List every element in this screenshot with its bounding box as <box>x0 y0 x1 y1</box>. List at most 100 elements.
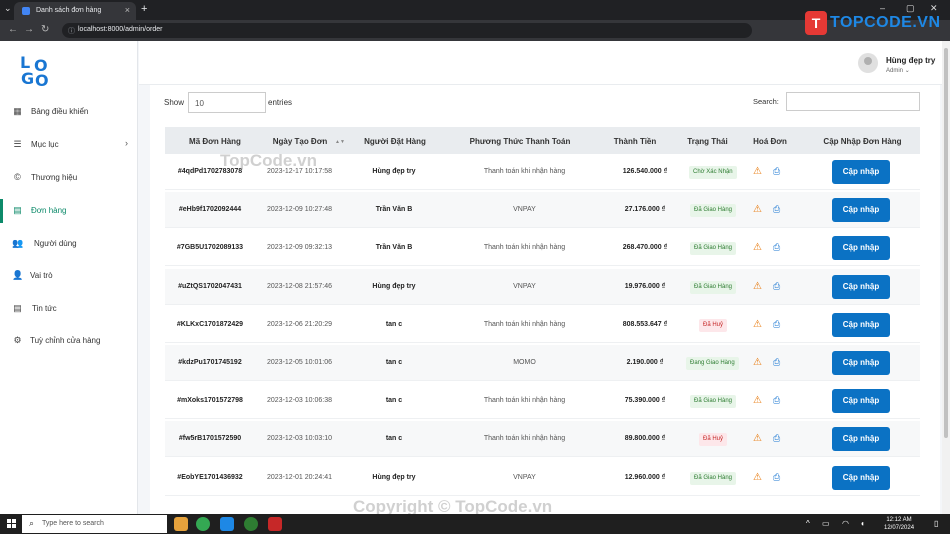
pdf-icon[interactable]: ⚠ <box>753 357 762 368</box>
table-row: #KLKxC1701872429 2023-12-06 21:20:29 tan… <box>165 306 920 343</box>
user-role[interactable]: Admin ⌄ <box>886 67 910 74</box>
dashboard-icon: ▦ <box>13 106 22 116</box>
print-icon[interactable]: ⎙ <box>773 166 780 177</box>
chrome-icon[interactable] <box>196 517 210 531</box>
print-icon[interactable]: ⎙ <box>773 242 780 253</box>
page-length-select[interactable]: 10 <box>188 92 266 113</box>
tab-close-icon[interactable]: × <box>125 5 130 15</box>
pdf-icon[interactable]: ⚠ <box>753 166 762 177</box>
url-field[interactable]: ⓘ localhost:8000/admin/order <box>62 23 752 38</box>
update-order-button[interactable]: Cập nhập <box>832 351 890 375</box>
app-icon[interactable] <box>244 517 258 531</box>
col-header-date[interactable]: Ngày Tạo Đơn <box>260 137 340 146</box>
file-explorer-icon[interactable] <box>174 517 188 531</box>
taskbar-clock[interactable]: 12:12 AM 12/07/2024 <box>884 516 914 532</box>
order-customer: Hùng đẹp try <box>372 282 416 290</box>
chevron-right-icon: › <box>125 138 128 148</box>
sidebar-item-categories[interactable]: ☰ Mục lục › <box>0 133 138 157</box>
pdf-icon[interactable]: ⚠ <box>753 472 762 483</box>
search-input[interactable] <box>786 92 920 111</box>
order-customer: Hùng đẹp try <box>372 473 416 481</box>
entries-label: entries <box>268 98 293 107</box>
browser-tab[interactable]: Danh sách đơn hàng × <box>14 2 136 20</box>
sidebar-item-users[interactable]: 👥 Người dùng <box>0 232 138 256</box>
avatar[interactable] <box>858 53 878 73</box>
logo[interactable]: L O G O <box>18 53 54 90</box>
col-header-update[interactable]: Cập Nhập Đơn Hàng <box>810 137 915 146</box>
page-scrollbar-thumb[interactable] <box>944 48 948 438</box>
wifi-icon[interactable]: ◠ <box>842 519 849 528</box>
sidebar-item-news[interactable]: ▤ Tin tức <box>0 297 138 321</box>
update-order-button[interactable]: Cập nhập <box>832 312 890 337</box>
tray-chevron-icon[interactable]: ^ <box>806 519 810 528</box>
order-date: 2023-12-03 10:03:10 <box>267 435 332 443</box>
update-order-button[interactable]: Cập nhập <box>832 465 890 490</box>
recorder-icon[interactable] <box>268 517 282 531</box>
print-icon[interactable]: ⎙ <box>773 395 780 406</box>
update-order-button[interactable]: Cập nhập <box>832 427 890 452</box>
sidebar-item-brands[interactable]: © Thương hiệu <box>0 166 138 190</box>
tab-search-icon[interactable]: ⌄ <box>4 3 12 14</box>
pdf-icon[interactable]: ⚠ <box>753 281 762 292</box>
update-order-button[interactable]: Cập nhập <box>832 236 890 261</box>
pdf-icon[interactable]: ⚠ <box>753 395 762 406</box>
print-icon[interactable]: ⎙ <box>773 472 780 483</box>
update-order-button[interactable]: Cập nhập <box>832 274 890 299</box>
sidebar-item-store-settings[interactable]: ⚙ Tuỳ chỉnh cửa hàng <box>0 329 138 353</box>
print-icon[interactable]: ⎙ <box>773 319 780 330</box>
col-header-status[interactable]: Trạng Thái <box>670 137 745 146</box>
forward-icon[interactable]: → <box>24 24 34 35</box>
info-icon[interactable]: ⓘ <box>68 26 75 36</box>
table-row: #kdzPu1701745192 2023-12-05 10:01:06 tan… <box>165 345 920 381</box>
reload-icon[interactable]: ↻ <box>41 24 49 35</box>
new-tab-icon[interactable]: + <box>141 3 147 15</box>
col-header-payment[interactable]: Phương Thức Thanh Toán <box>455 137 585 146</box>
sidebar-item-dashboard[interactable]: ▦ Bảng điều khiển <box>0 100 138 124</box>
status-badge: Đã Giao Hàng <box>690 395 737 409</box>
order-code: #mXoks1701572798 <box>177 397 243 405</box>
update-order-button[interactable]: Cập nhập <box>832 389 890 414</box>
col-header-invoice[interactable]: Hoá Đơn <box>740 137 800 146</box>
order-total: 808.553.647 ₫ <box>622 320 668 328</box>
order-total: 2.190.000 ₫ <box>626 359 664 366</box>
table-row: #fw5rB1701572590 2023-12-03 10:03:10 tan… <box>165 421 920 458</box>
update-order-button[interactable]: Cập nhập <box>832 198 890 223</box>
print-icon[interactable]: ⎙ <box>773 433 780 444</box>
pdf-icon[interactable]: ⚠ <box>753 242 762 253</box>
sidebar-item-orders[interactable]: ▤ Đơn hàng <box>0 199 138 223</box>
col-header-total[interactable]: Thành Tiền <box>595 137 675 146</box>
users-icon: 👥 <box>12 238 24 248</box>
order-date: 2023-12-06 21:20:29 <box>267 320 332 328</box>
print-icon[interactable]: ⎙ <box>773 281 780 292</box>
order-payment: Thanh toán khi nhận hàng <box>483 168 566 175</box>
watermark-mid: TopCode.vn <box>220 151 317 170</box>
update-order-button[interactable]: Cập nhập <box>832 160 890 184</box>
vscode-icon[interactable] <box>220 517 234 531</box>
table-row: #uZtQS1702047431 2023-12-08 21:57:46 Hùn… <box>165 268 920 305</box>
pdf-icon[interactable]: ⚠ <box>753 433 762 444</box>
windows-start-icon[interactable] <box>7 519 17 529</box>
chevron-down-icon: ⌄ <box>904 68 910 74</box>
sort-icon[interactable]: ▲▼ <box>335 139 345 145</box>
pdf-icon[interactable]: ⚠ <box>753 319 762 330</box>
volume-icon[interactable]: ◖ <box>860 519 865 528</box>
col-header-user[interactable]: Người Đặt Hàng <box>355 137 435 146</box>
notification-icon[interactable]: ▯ <box>934 519 938 528</box>
taskbar-search-field[interactable]: ⌕ Type here to search <box>22 515 167 533</box>
sidebar-item-roles[interactable]: 👤 Vai trò <box>0 264 138 288</box>
table-row: #eHb9f1702092444 2023-12-09 10:27:48 Trầ… <box>165 192 920 229</box>
status-badge: Đã Giao Hàng <box>690 242 737 256</box>
topcode-badge-icon: T <box>805 11 827 35</box>
network-icon[interactable]: ▭ <box>822 519 830 528</box>
user-name[interactable]: Hùng đẹp try <box>886 56 935 65</box>
print-icon[interactable]: ⎙ <box>773 357 780 368</box>
pdf-icon[interactable]: ⚠ <box>753 204 762 215</box>
order-payment: Thanh toán khi nhận hàng <box>483 244 566 252</box>
print-icon[interactable]: ⎙ <box>773 204 780 215</box>
watermark-bottom: Copyright © TopCode.vn <box>353 497 553 514</box>
order-code: #EobYE1701436932 <box>177 473 243 481</box>
order-date: 2023-12-09 10:27:48 <box>267 206 332 214</box>
col-header-code[interactable]: Mã Đơn Hàng <box>175 137 255 146</box>
back-icon[interactable]: ← <box>8 24 18 35</box>
order-code: #fw5rB1701572590 <box>178 435 242 443</box>
